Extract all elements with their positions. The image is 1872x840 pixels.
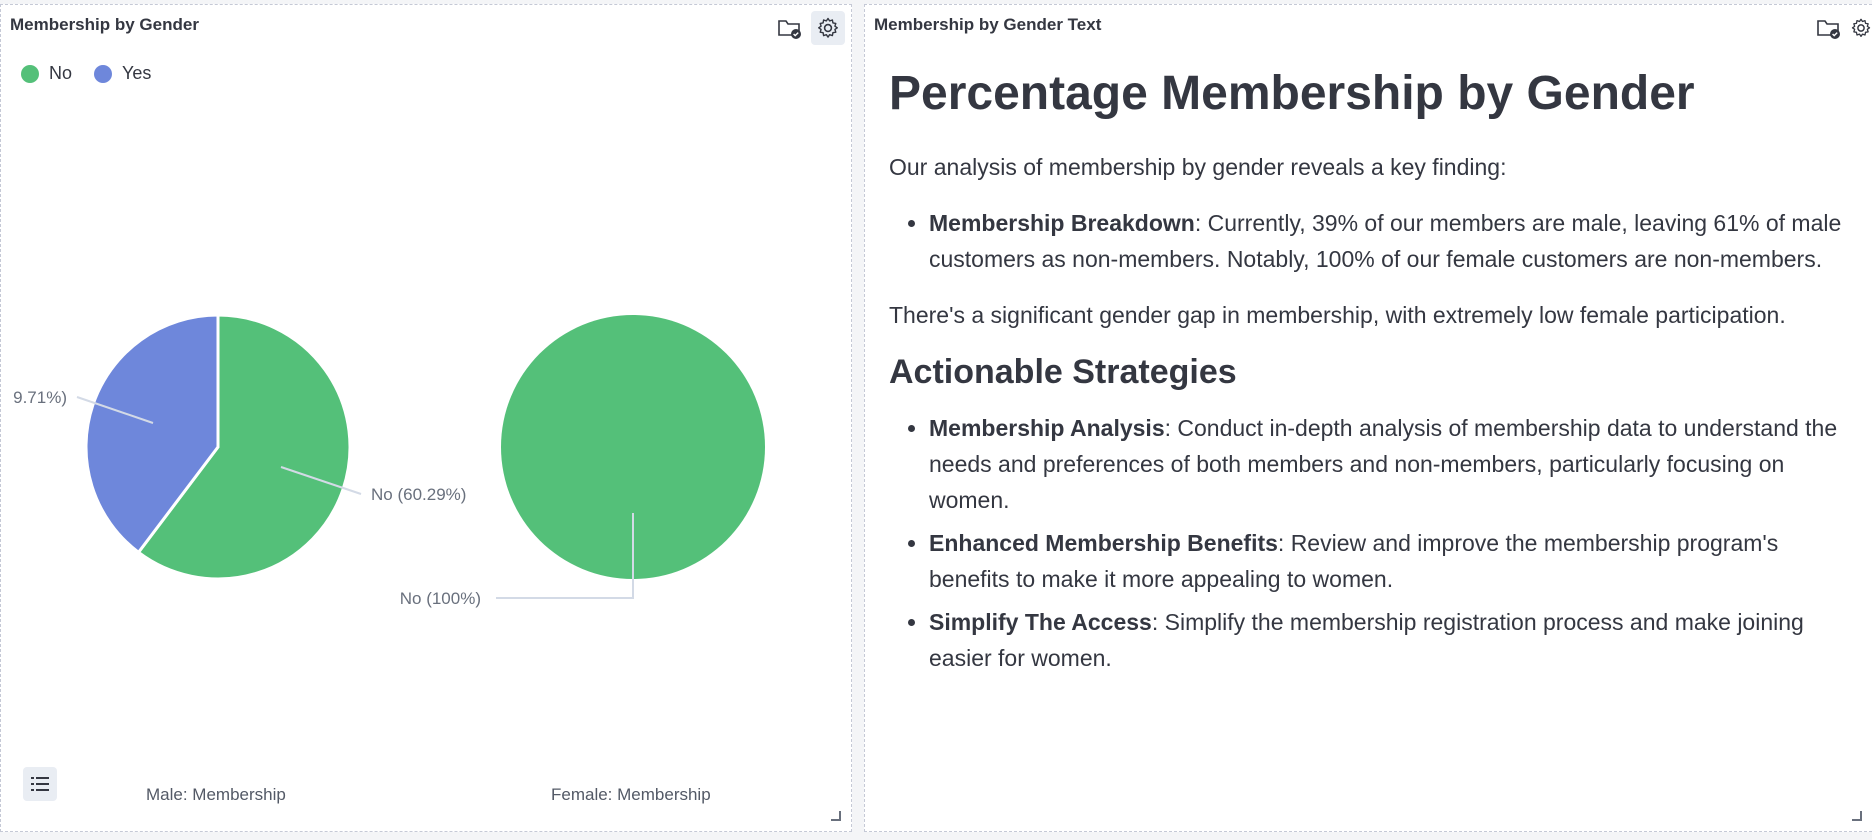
resize-handle[interactable] xyxy=(1852,811,1862,821)
female-pie-caption: Female: Membership xyxy=(551,785,711,804)
list-icon xyxy=(31,777,49,791)
strategies-list: Membership Analysis: Conduct in-depth an… xyxy=(889,410,1860,676)
legend-toggle-button[interactable] xyxy=(23,767,57,801)
list-item: Simplify The Access: Simplify the member… xyxy=(929,604,1860,676)
male-pie-caption: Male: Membership xyxy=(146,785,286,804)
gear-icon xyxy=(1851,18,1871,37)
panel-actions xyxy=(1812,11,1872,45)
main-heading: Percentage Membership by Gender xyxy=(889,67,1695,120)
save-to-library-button[interactable] xyxy=(1812,11,1846,45)
strategy-label: Membership Analysis xyxy=(929,414,1165,441)
resize-handle[interactable] xyxy=(831,811,841,821)
finding-label: Membership Breakdown xyxy=(929,209,1195,236)
strategy-label: Simplify The Access xyxy=(929,608,1152,635)
folder-check-icon xyxy=(1817,20,1840,39)
panel-title: Membership by Gender Text xyxy=(874,15,1102,34)
panel-settings-button[interactable] xyxy=(1850,11,1872,45)
gap-paragraph: There's a significant gender gap in memb… xyxy=(889,301,1786,328)
finding-list: Membership Breakdown: Currently, 39% of … xyxy=(889,205,1860,277)
intro-paragraph: Our analysis of membership by gender rev… xyxy=(889,153,1507,180)
slice-label: No (100%) xyxy=(400,589,481,608)
slice-label: No (60.29%) xyxy=(371,485,466,504)
strategies-heading: Actionable Strategies xyxy=(889,352,1237,391)
chart-panel: Membership by Gender No Yes No (60.29%) 9… xyxy=(0,4,852,832)
list-item: Enhanced Membership Benefits: Review and… xyxy=(929,525,1860,597)
list-item: Membership Breakdown: Currently, 39% of … xyxy=(929,205,1860,277)
slice-label: 9.71%) xyxy=(13,388,67,407)
markdown-content: Percentage Membership by Gender Our anal… xyxy=(889,65,1860,696)
list-item: Membership Analysis: Conduct in-depth an… xyxy=(929,410,1860,518)
text-panel: Membership by Gender Text Percentage Mem… xyxy=(864,4,1872,832)
pie-charts: No (60.29%) 9.71%) No (100%) xyxy=(13,313,765,608)
strategy-label: Enhanced Membership Benefits xyxy=(929,529,1278,556)
